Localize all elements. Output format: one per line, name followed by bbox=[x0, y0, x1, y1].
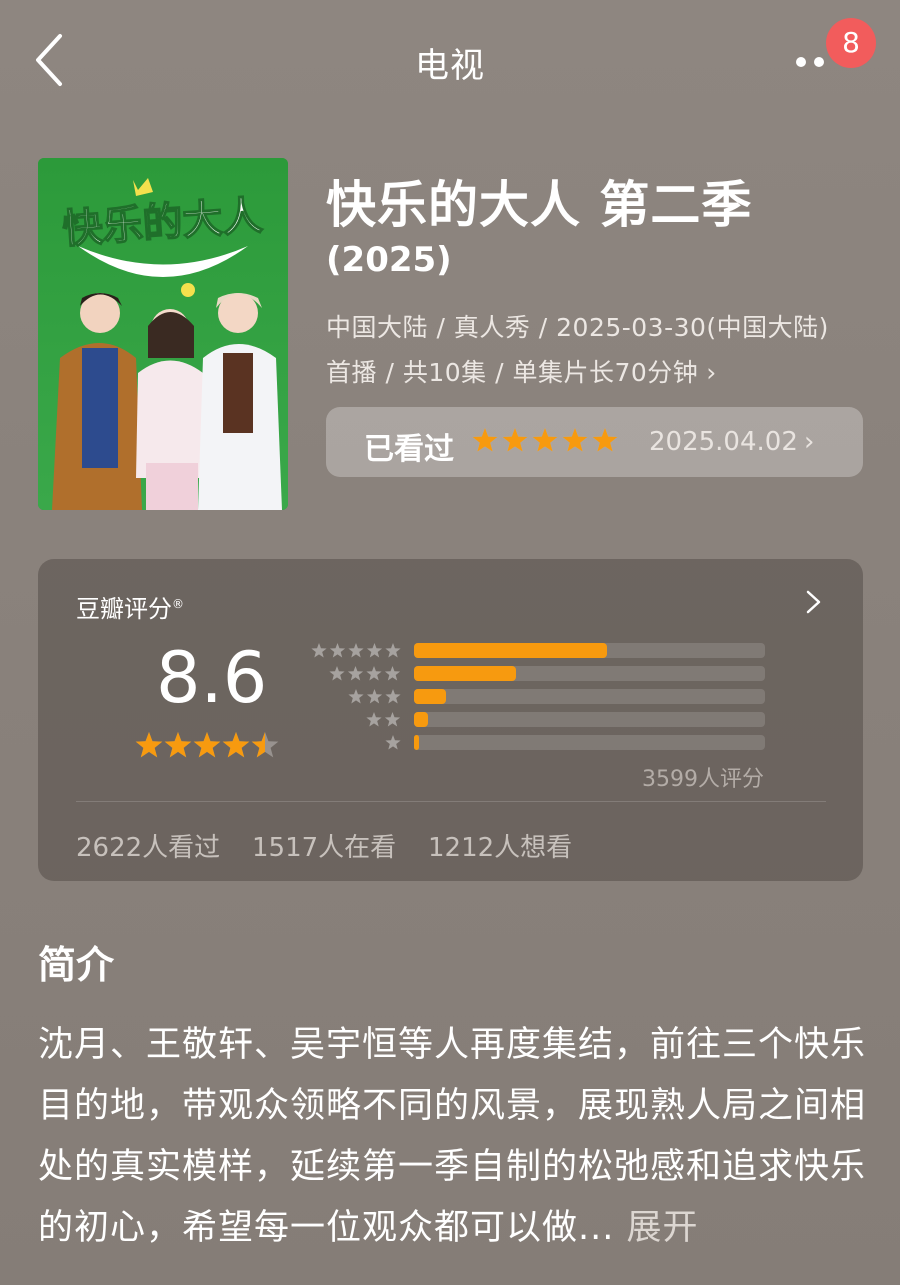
chevron-right-icon[interactable] bbox=[800, 587, 826, 617]
rating-card[interactable]: 豆瓣评分® 8.6 3599人评分 2622人看过 1517人在看 1212人想… bbox=[38, 559, 863, 881]
star-filled-icon bbox=[222, 732, 250, 758]
more-button[interactable] bbox=[792, 52, 832, 72]
star-icon bbox=[366, 666, 382, 681]
dist-bar-fill-2 bbox=[414, 712, 429, 727]
poster-art: 快乐的大人 bbox=[38, 158, 288, 510]
watched-date: 2025.04.02 bbox=[649, 427, 798, 457]
watched-label: 已看过 bbox=[364, 432, 454, 467]
dist-stars-5 bbox=[310, 643, 401, 658]
rating-count: 3599人评分 bbox=[642, 767, 764, 792]
show-meta-line-2[interactable]: 首播 / 共10集 / 单集片长70分钟 › bbox=[326, 353, 717, 389]
divider bbox=[76, 801, 826, 802]
more-dot bbox=[814, 57, 824, 67]
notification-badge[interactable]: 8 bbox=[826, 18, 876, 68]
show-year: (2025) bbox=[326, 240, 452, 280]
star-filled-icon bbox=[562, 428, 588, 452]
stat-watching[interactable]: 1517人在看 bbox=[252, 827, 396, 864]
top-bar: 电视 8 bbox=[0, 0, 900, 120]
show-meta-text: 首播 / 共10集 / 单集片长70分钟 bbox=[326, 358, 699, 387]
star-filled-icon bbox=[193, 732, 221, 758]
dist-bar-track-5 bbox=[414, 643, 765, 658]
star-icon bbox=[347, 666, 364, 681]
dist-bar-track-1 bbox=[414, 735, 765, 750]
star-icon bbox=[329, 643, 345, 658]
star-icon bbox=[384, 689, 401, 704]
dist-bar-track-2 bbox=[414, 712, 765, 727]
chevron-right-icon: › bbox=[706, 358, 717, 387]
star-icon bbox=[366, 643, 382, 658]
star-filled-icon bbox=[135, 732, 163, 758]
chevron-right-icon: › bbox=[804, 427, 815, 457]
dist-bar-fill-1 bbox=[414, 735, 420, 750]
page-title: 电视 bbox=[415, 46, 485, 86]
star-icon bbox=[329, 666, 345, 681]
expand-link[interactable]: 展开 bbox=[627, 1208, 699, 1248]
intro-heading: 简介 bbox=[38, 943, 115, 987]
registered-mark: ® bbox=[172, 597, 184, 611]
star-icon bbox=[384, 712, 401, 727]
star-icon bbox=[384, 666, 401, 681]
star-icon bbox=[366, 689, 382, 704]
star-icon bbox=[347, 643, 364, 658]
star-filled-icon bbox=[532, 428, 558, 452]
star-icon bbox=[384, 643, 401, 658]
star-filled-icon bbox=[502, 428, 528, 452]
intro-body: 沈月、王敬轩、吴宇恒等人再度集结，前往三个快乐目的地，带观众领略不同的风景，展现… bbox=[38, 1025, 867, 1248]
average-rating-stars bbox=[135, 732, 279, 758]
star-icon bbox=[366, 712, 382, 727]
dist-bar-fill-5 bbox=[414, 643, 608, 658]
star-icon bbox=[310, 643, 327, 658]
rating-label: 豆瓣评分® bbox=[76, 589, 184, 624]
star-icon bbox=[384, 735, 401, 750]
stat-watched[interactable]: 2622人看过 bbox=[76, 827, 220, 864]
show-meta-line-1: 中国大陆 / 真人秀 / 2025-03-30(中国大陆) bbox=[326, 313, 829, 342]
show-title: 快乐的大人 第二季 bbox=[326, 176, 753, 234]
dist-bar-fill-3 bbox=[414, 689, 446, 704]
star-icon bbox=[347, 689, 364, 704]
rating-score: 8.6 bbox=[156, 637, 268, 719]
rating-label-text: 豆瓣评分 bbox=[76, 595, 172, 623]
watched-status-button[interactable]: 已看过 2025.04.02 › bbox=[326, 407, 863, 477]
star-filled-icon bbox=[592, 428, 618, 452]
star-filled-icon bbox=[472, 428, 498, 452]
poster-image[interactable]: 快乐的大人 bbox=[38, 158, 288, 510]
user-rating-stars bbox=[472, 428, 618, 452]
dist-stars-4 bbox=[329, 666, 401, 681]
intro-text: 沈月、王敬轩、吴宇恒等人再度集结，前往三个快乐目的地，带观众领略不同的风景，展现… bbox=[38, 1015, 868, 1259]
dist-bar-track-4 bbox=[414, 666, 765, 681]
dist-bar-fill-4 bbox=[414, 666, 516, 681]
stat-want-to-watch[interactable]: 1212人想看 bbox=[428, 827, 572, 864]
star-filled-icon bbox=[164, 732, 192, 758]
more-dots-icon bbox=[796, 57, 806, 67]
dist-bar-track-3 bbox=[414, 689, 765, 704]
